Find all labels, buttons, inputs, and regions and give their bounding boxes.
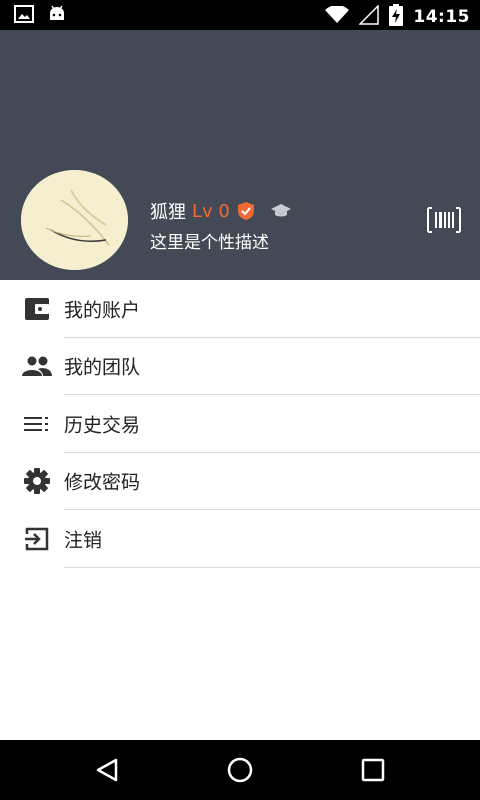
user-name: 狐狸 (150, 202, 186, 223)
menu-item-label: 注销 (64, 529, 103, 552)
wallet-icon (22, 294, 52, 324)
menu-item-team[interactable]: 我的团队 (0, 338, 480, 395)
barcode-icon[interactable] (427, 207, 461, 233)
wifi-icon (325, 5, 350, 28)
image-icon (14, 5, 34, 27)
user-signature: 这里是个性描述 (150, 233, 269, 253)
back-icon (96, 758, 118, 782)
menu-item-label: 修改密码 (64, 471, 141, 494)
avatar[interactable] (21, 170, 128, 270)
profile-header: 狐狸 Lv 0 这里是个性描述 (0, 30, 480, 280)
logout-icon (22, 524, 52, 554)
recents-button[interactable] (355, 754, 391, 786)
menu-item-logout[interactable]: 注销 (0, 510, 480, 568)
menu-item-account[interactable]: 我的账户 (0, 280, 480, 338)
verified-badge-icon (236, 201, 256, 221)
list-icon (22, 409, 52, 439)
drawer-menu: 我的账户 我的团队 历史交易 修改密码 注销 (0, 280, 480, 568)
user-level: Lv 0 (192, 200, 230, 222)
people-icon (22, 351, 52, 381)
menu-item-history[interactable]: 历史交易 (0, 395, 480, 453)
home-button[interactable] (222, 754, 258, 786)
menu-item-label: 历史交易 (64, 414, 141, 437)
menu-item-label: 我的团队 (64, 356, 141, 379)
menu-item-change-password[interactable]: 修改密码 (0, 453, 480, 510)
battery-charging-icon (389, 4, 404, 30)
graduation-cap-icon (270, 202, 292, 220)
recents-icon (361, 758, 385, 782)
home-icon (227, 757, 253, 783)
navigation-bar (0, 740, 480, 800)
menu-item-label: 我的账户 (64, 299, 141, 322)
signal-icon (358, 4, 380, 29)
settings-gear-icon (22, 466, 52, 496)
clock: 14:15 (413, 7, 470, 27)
back-button[interactable] (89, 754, 125, 786)
android-icon (48, 5, 66, 27)
divider (64, 566, 480, 568)
status-bar: 14:15 (0, 0, 480, 30)
